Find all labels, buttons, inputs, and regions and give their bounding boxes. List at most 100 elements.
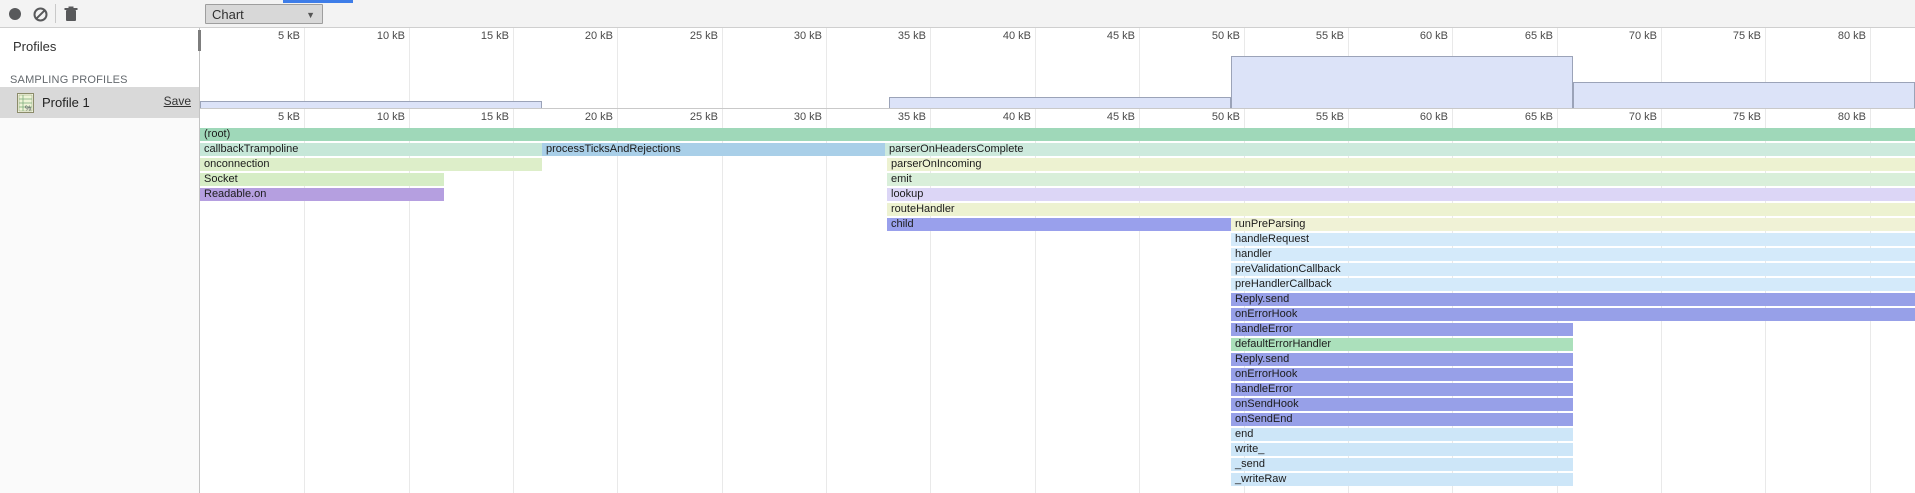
chevron-down-icon: ▼ — [306, 10, 315, 20]
flame-bar-lookup[interactable]: lookup — [887, 188, 1915, 201]
grid-line — [722, 109, 723, 493]
tick-label: 80 kB — [1786, 30, 1866, 42]
overview-pane[interactable]: 5 kB 10 kB 15 kB 20 kB 25 kB 30 kB 35 kB 40 kB 4… — [200, 28, 1915, 109]
overview-segment[interactable] — [889, 97, 1231, 108]
tick-label: 55 kB — [1264, 30, 1344, 42]
tick-label: 15 kB — [429, 30, 509, 42]
overview-segment[interactable] — [1231, 56, 1573, 108]
clear-all-button[interactable] — [29, 3, 51, 25]
grid-line — [513, 28, 514, 108]
tick-label: 45 kB — [1055, 30, 1135, 42]
grid-line — [826, 109, 827, 493]
flame-bar-_send[interactable]: _send — [1231, 458, 1573, 471]
flame-bar-onErrorHook[interactable]: onErrorHook — [1231, 308, 1915, 321]
selected-tab-underline — [283, 0, 353, 3]
overview-window-handle[interactable] — [198, 30, 201, 51]
tick-label: 40 kB — [951, 111, 1031, 123]
tick-label: 20 kB — [533, 30, 613, 42]
grid-line — [722, 28, 723, 108]
tick-label: 30 kB — [742, 111, 822, 123]
tick-label: 65 kB — [1473, 30, 1553, 42]
tick-label: 55 kB — [1264, 111, 1344, 123]
flame-bar-Reply.send[interactable]: Reply.send — [1231, 353, 1573, 366]
grid-line — [826, 28, 827, 108]
flame-bar-onSendHook[interactable]: onSendHook — [1231, 398, 1573, 411]
block-icon — [33, 7, 48, 22]
flame-bar-preValidationCallback[interactable]: preValidationCallback — [1231, 263, 1915, 276]
grid-line — [1139, 28, 1140, 108]
tick-label: 30 kB — [742, 30, 822, 42]
flame-bar-_writeRaw[interactable]: _writeRaw — [1231, 473, 1573, 486]
flame-bar-handler[interactable]: handler — [1231, 248, 1915, 261]
flame-bar-callbackTrampoline[interactable]: callbackTrampoline — [200, 143, 542, 156]
tick-label: 20 kB — [533, 111, 613, 123]
flame-bar-Reply.send[interactable]: Reply.send — [1231, 293, 1915, 306]
tick-label: 50 kB — [1160, 30, 1240, 42]
flame-bar-parserOnHeadersComplete[interactable]: parserOnHeadersComplete — [885, 143, 1915, 156]
toolbar: Chart ▼ — [0, 0, 1915, 28]
tick-label: 45 kB — [1055, 111, 1135, 123]
tick-label: 75 kB — [1681, 30, 1761, 42]
page-title: Profiles — [13, 39, 56, 54]
flame-bar-emit[interactable]: emit — [887, 173, 1915, 186]
flame-bar-routeHandler[interactable]: routeHandler — [887, 203, 1915, 216]
tick-label: 60 kB — [1368, 30, 1448, 42]
flame-bar-parserOnIncoming[interactable]: parserOnIncoming — [887, 158, 1915, 171]
svg-text:%: % — [25, 105, 31, 112]
tick-label: 25 kB — [638, 111, 718, 123]
view-mode-value: Chart — [212, 7, 244, 22]
profiler-app: Chart ▼ Profiles SAMPLING PROFILES % Pro… — [0, 0, 1915, 493]
grid-line — [409, 28, 410, 108]
flame-bar-preHandlerCallback[interactable]: preHandlerCallback — [1231, 278, 1915, 291]
save-profile-link[interactable]: Save — [164, 94, 191, 108]
flame-chart-pane[interactable]: 5 kB 10 kB 15 kB 20 kB 25 kB 30 kB 35 kB 40 kB 4… — [200, 109, 1915, 493]
tick-label: 35 kB — [846, 30, 926, 42]
delete-profile-button[interactable] — [60, 3, 82, 25]
grid-line — [930, 28, 931, 108]
grid-line — [617, 28, 618, 108]
tick-label: 15 kB — [429, 111, 509, 123]
flame-bar-onErrorHook[interactable]: onErrorHook — [1231, 368, 1573, 381]
flame-bar-child[interactable]: child — [887, 218, 1231, 231]
tick-label: 5 kB — [220, 111, 300, 123]
tick-label: 65 kB — [1473, 111, 1553, 123]
sidebar-empty-area — [0, 118, 199, 493]
toolbar-separator — [55, 4, 56, 23]
record-button[interactable] — [4, 3, 26, 25]
flame-bar-runPreParsing[interactable]: runPreParsing — [1231, 218, 1915, 231]
flame-bar-root[interactable]: (root) — [200, 128, 1915, 141]
flame-bar-handleError[interactable]: handleError — [1231, 383, 1573, 396]
grid-line — [617, 109, 618, 493]
tick-label: 5 kB — [220, 30, 300, 42]
grid-line — [304, 28, 305, 108]
tick-label: 70 kB — [1577, 30, 1657, 42]
flame-bar-Socket[interactable]: Socket — [200, 173, 444, 186]
flame-bar-processTicksAndRejections[interactable]: processTicksAndRejections — [542, 143, 885, 156]
flame-bar-defaultErrorHandler[interactable]: defaultErrorHandler — [1231, 338, 1573, 351]
flame-bar-onSendEnd[interactable]: onSendEnd — [1231, 413, 1573, 426]
flame-bar-end[interactable]: end — [1231, 428, 1573, 441]
record-icon — [8, 7, 22, 21]
overview-segment[interactable] — [200, 101, 542, 108]
flame-bar-onconnection[interactable]: onconnection — [200, 158, 542, 171]
overview-segment[interactable] — [1573, 82, 1915, 108]
profile-name: Profile 1 — [42, 95, 90, 110]
flame-bar-handleRequest[interactable]: handleRequest — [1231, 233, 1915, 246]
tick-label: 60 kB — [1368, 111, 1448, 123]
tick-label: 80 kB — [1786, 111, 1866, 123]
view-mode-select[interactable]: Chart ▼ — [205, 4, 323, 24]
grid-line — [1035, 28, 1036, 108]
flame-bar-handleError[interactable]: handleError — [1231, 323, 1573, 336]
tick-label: 25 kB — [638, 30, 718, 42]
flame-bar-Readable.on[interactable]: Readable.on — [200, 188, 444, 201]
tick-label: 40 kB — [951, 30, 1031, 42]
trash-icon — [64, 6, 78, 22]
tick-label: 35 kB — [846, 111, 926, 123]
profiles-sidebar: Profiles SAMPLING PROFILES % Profile 1 S… — [0, 28, 200, 493]
tick-label: 10 kB — [325, 30, 405, 42]
tick-label: 70 kB — [1577, 111, 1657, 123]
sidebar-item-profile-1[interactable]: % Profile 1 Save — [0, 87, 199, 118]
tick-label: 10 kB — [325, 111, 405, 123]
section-header-sampling-profiles: SAMPLING PROFILES — [10, 74, 128, 86]
flame-bar-write_[interactable]: write_ — [1231, 443, 1573, 456]
